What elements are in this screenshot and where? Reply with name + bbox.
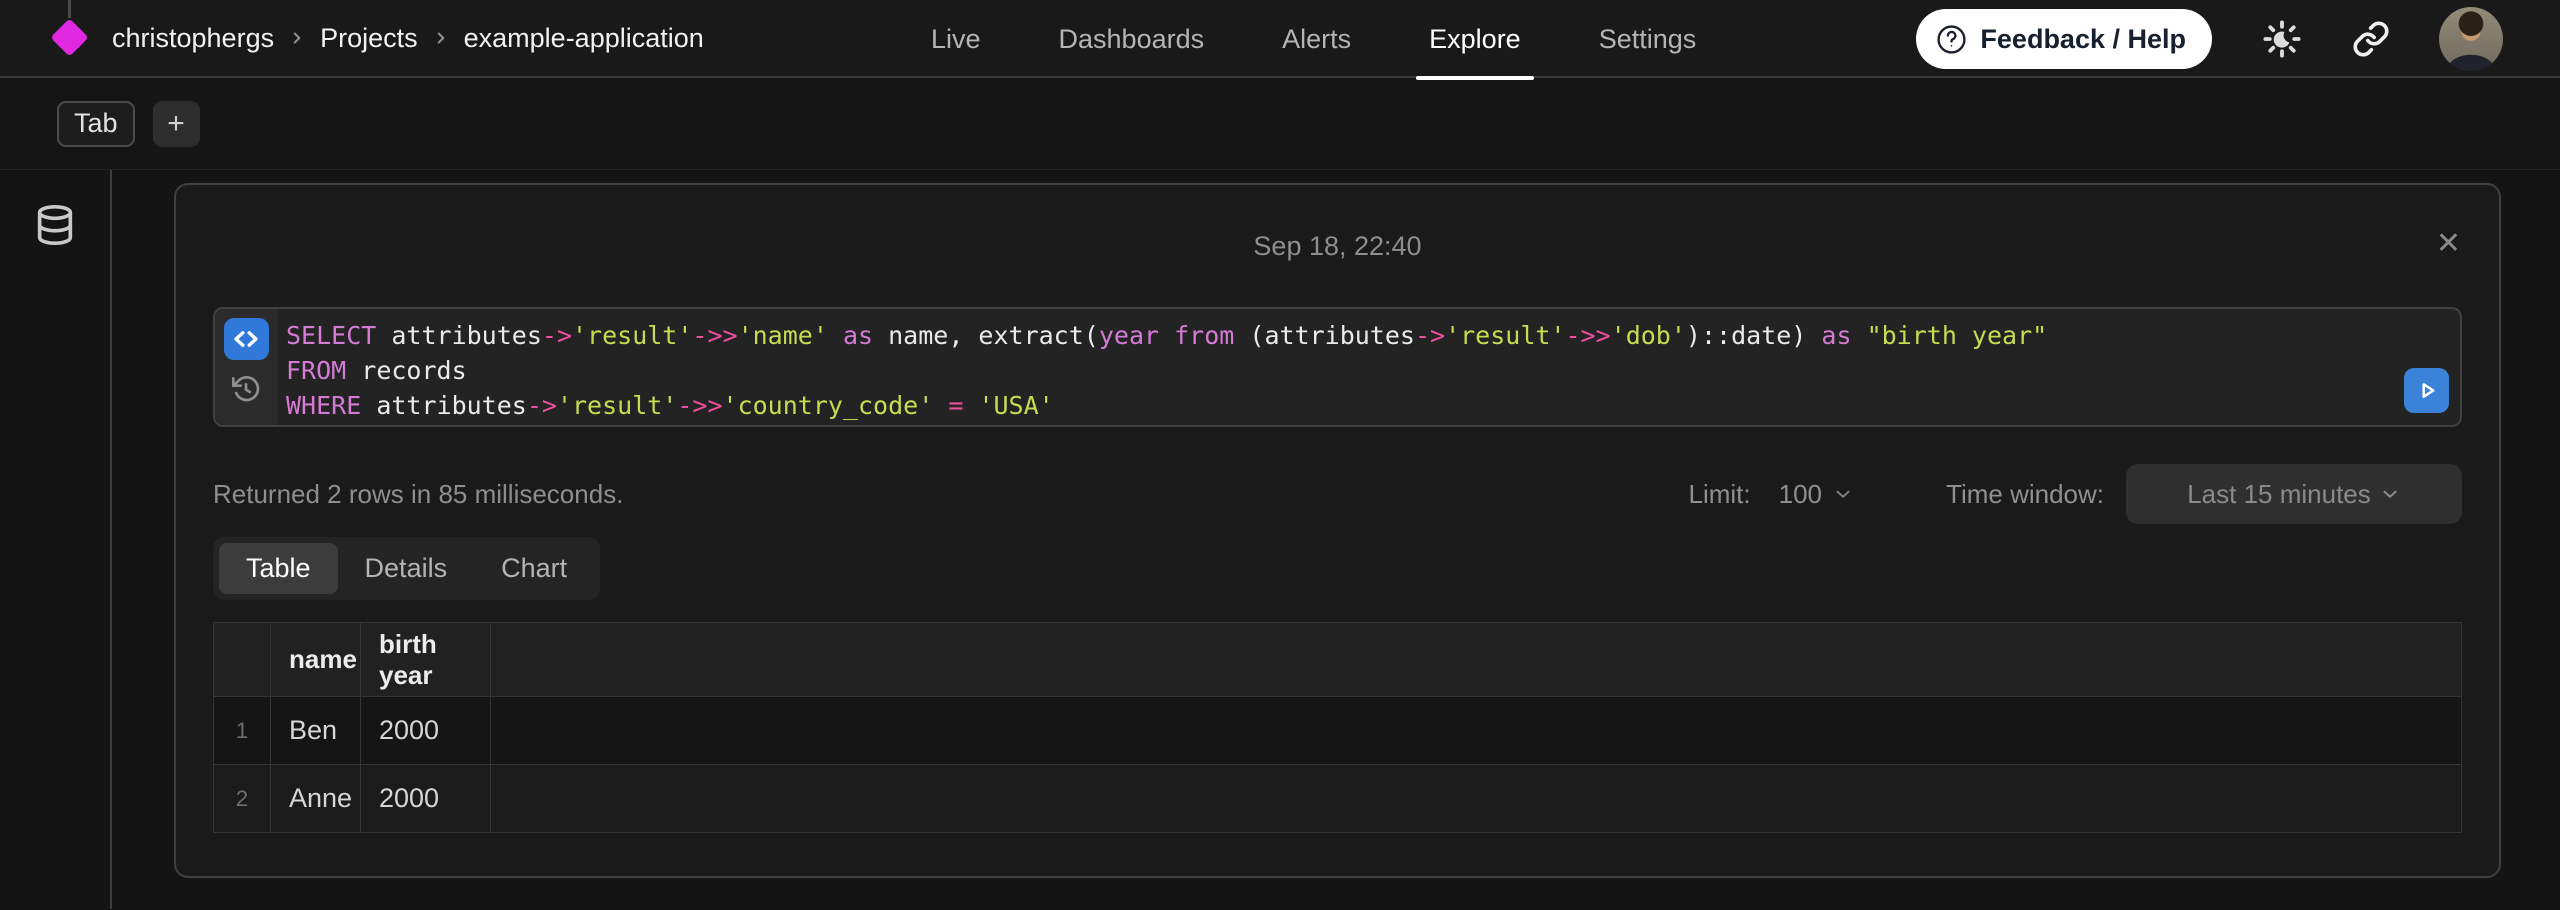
logo-diamond-icon xyxy=(50,18,88,56)
table-cell: 2000 xyxy=(361,765,491,833)
chevron-right-icon xyxy=(288,29,306,47)
view-tab-table[interactable]: Table xyxy=(219,543,338,594)
top-navbar: christophergs Projects example-applicati… xyxy=(0,0,2560,78)
navbar-actions: Feedback / Help xyxy=(1916,0,2503,78)
theme-toggle-button[interactable] xyxy=(2261,18,2303,60)
table-cell: 2000 xyxy=(361,697,491,765)
breadcrumb-project[interactable]: example-application xyxy=(464,23,704,54)
breadcrumb-section[interactable]: Projects xyxy=(320,23,418,54)
table-cell: Anne xyxy=(271,765,361,833)
sql-code[interactable]: SELECT attributes->'result'->>'name' as … xyxy=(277,309,2460,425)
results-table-body: 1Ben20002Anne2000 xyxy=(214,697,2462,833)
filler-cell xyxy=(491,765,2462,833)
nav-item-dashboards[interactable]: Dashboards xyxy=(1059,0,1205,78)
nav-item-alerts[interactable]: Alerts xyxy=(1282,0,1351,78)
birth-year-header: birth year xyxy=(361,623,491,697)
limit-value: 100 xyxy=(1779,479,1822,510)
breadcrumb: christophergs Projects example-applicati… xyxy=(112,23,704,54)
table-cell: Ben xyxy=(271,697,361,765)
chevron-right-icon xyxy=(432,29,450,47)
chevron-down-icon xyxy=(2379,483,2401,505)
filler-cell xyxy=(491,697,2462,765)
view-tab-chart[interactable]: Chart xyxy=(474,543,594,594)
time-window-dropdown[interactable]: Last 15 minutes xyxy=(2126,464,2462,524)
result-summary: Returned 2 rows in 85 milliseconds. xyxy=(213,479,623,510)
app-logo[interactable] xyxy=(42,0,98,77)
nav-item-explore[interactable]: Explore xyxy=(1429,0,1521,78)
table-header-row: name birth year xyxy=(214,623,2462,697)
left-sidebar xyxy=(0,170,112,909)
nav-item-settings[interactable]: Settings xyxy=(1599,0,1697,78)
database-icon[interactable] xyxy=(32,202,78,248)
question-circle-icon xyxy=(1936,24,1967,55)
query-history-button[interactable] xyxy=(230,373,262,405)
row-number: 1 xyxy=(214,697,271,765)
query-tab[interactable]: Tab xyxy=(57,101,135,147)
history-icon xyxy=(230,373,262,405)
user-avatar[interactable] xyxy=(2439,7,2503,71)
close-icon[interactable]: ✕ xyxy=(2436,229,2461,259)
add-tab-button[interactable]: + xyxy=(153,101,200,147)
name-header: name xyxy=(271,623,361,697)
filler-header xyxy=(491,623,2462,697)
limit-label: Limit: xyxy=(1689,479,1751,510)
query-timestamp: Sep 18, 22:40 xyxy=(1253,231,1421,262)
main-panel: Sep 18, 22:40 ✕ xyxy=(112,170,2560,909)
query-card-header: Sep 18, 22:40 ✕ xyxy=(176,185,2499,307)
time-window-label: Time window: xyxy=(1946,479,2104,510)
sun-moon-icon xyxy=(2261,18,2303,60)
feedback-help-label: Feedback / Help xyxy=(1980,24,2186,55)
run-query-button[interactable] xyxy=(2404,368,2449,413)
code-icon xyxy=(231,324,261,354)
code-mode-button[interactable] xyxy=(224,318,269,360)
primary-nav: Live Dashboards Alerts Explore Settings xyxy=(931,0,1696,78)
status-row: Returned 2 rows in 85 milliseconds. Limi… xyxy=(213,463,2462,525)
link-icon xyxy=(2352,20,2390,58)
limit-dropdown[interactable]: 100 xyxy=(1779,479,1854,510)
result-view-tabs: Table Details Chart xyxy=(213,537,600,600)
copy-link-button[interactable] xyxy=(2352,20,2390,58)
logo-line xyxy=(68,0,71,18)
query-card: Sep 18, 22:40 ✕ xyxy=(174,183,2501,878)
table-row[interactable]: 2Anne2000 xyxy=(214,765,2462,833)
query-tabbar: Tab + xyxy=(0,78,2560,170)
table-row[interactable]: 1Ben2000 xyxy=(214,697,2462,765)
time-window-value: Last 15 minutes xyxy=(2187,479,2371,510)
rownum-header xyxy=(214,623,271,697)
content-area: Sep 18, 22:40 ✕ xyxy=(0,170,2560,909)
feedback-help-button[interactable]: Feedback / Help xyxy=(1916,9,2212,69)
editor-gutter xyxy=(215,309,277,425)
breadcrumb-org[interactable]: christophergs xyxy=(112,23,274,54)
nav-item-live[interactable]: Live xyxy=(931,0,981,78)
row-number: 2 xyxy=(214,765,271,833)
play-icon xyxy=(2413,377,2440,404)
query-controls: Limit: 100 Time window: Last 15 minutes xyxy=(1689,464,2462,524)
results-table: name birth year 1Ben20002Anne2000 xyxy=(213,622,2462,833)
sql-editor[interactable]: SELECT attributes->'result'->>'name' as … xyxy=(213,307,2462,427)
chevron-down-icon xyxy=(1832,483,1854,505)
view-tab-details[interactable]: Details xyxy=(338,543,475,594)
